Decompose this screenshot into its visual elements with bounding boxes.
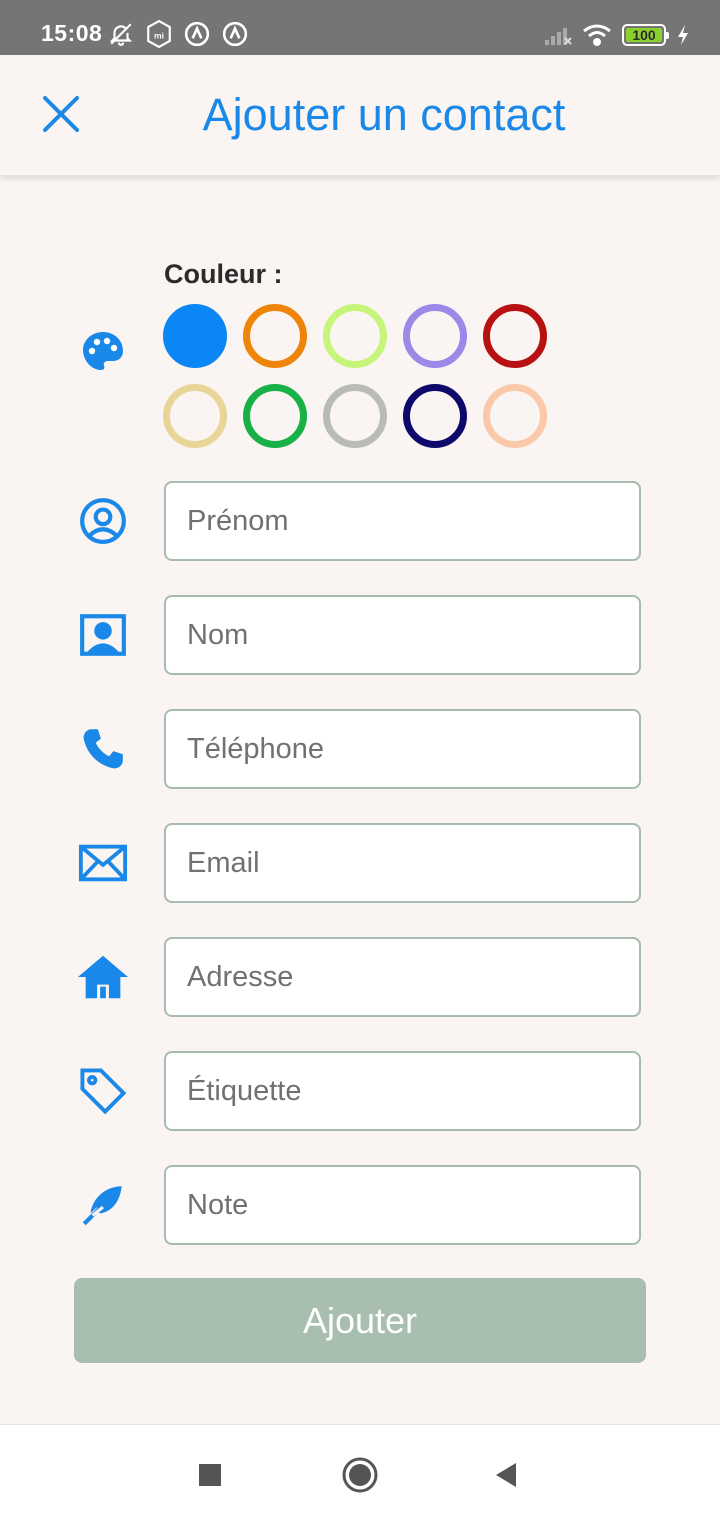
field-2[interactable] [164, 709, 641, 789]
home-icon [342, 1457, 378, 1493]
app-header: Ajouter un contact [0, 55, 720, 176]
color-swatch[interactable] [323, 304, 387, 368]
wifi-icon [583, 24, 611, 46]
back-icon [496, 1463, 516, 1487]
charging-icon [678, 25, 688, 45]
color-swatch[interactable] [403, 304, 467, 368]
field-5[interactable] [164, 1051, 641, 1131]
color-swatch[interactable] [243, 304, 307, 368]
color-label: Couleur : [164, 259, 283, 289]
status-bar: 15:08 mi 100 [0, 0, 720, 55]
palette-icon [78, 328, 128, 376]
person-circle-icon [76, 494, 130, 548]
add-contact-button[interactable]: Ajouter [74, 1278, 646, 1363]
phone-icon [76, 722, 130, 776]
battery-icon: 100 [622, 24, 669, 46]
color-swatch[interactable] [403, 384, 467, 448]
status-time: 15:08 [41, 20, 103, 46]
app-icon [184, 21, 210, 47]
recents-button[interactable] [188, 1453, 232, 1497]
contact-card-icon [76, 608, 130, 662]
color-swatch[interactable] [163, 384, 227, 448]
field-3[interactable] [164, 823, 641, 903]
envelope-icon [76, 836, 130, 890]
recents-icon [199, 1464, 221, 1486]
navigation-bar [0, 1424, 720, 1520]
app-icon [222, 21, 248, 47]
color-swatch[interactable] [483, 304, 547, 368]
field-4[interactable] [164, 937, 641, 1017]
home-button[interactable] [338, 1453, 382, 1497]
mi-icon: mi [147, 20, 171, 48]
back-button[interactable] [484, 1453, 528, 1497]
home-icon [76, 950, 130, 1004]
bell-off-icon [109, 23, 133, 46]
field-6[interactable] [164, 1165, 641, 1245]
page-title: Ajouter un contact [202, 89, 566, 140]
color-swatch[interactable] [323, 384, 387, 448]
notification-icons: mi [108, 19, 248, 49]
battery-level: 100 [632, 27, 656, 43]
feather-icon [76, 1178, 130, 1232]
color-swatch[interactable] [483, 384, 547, 448]
svg-text:mi: mi [154, 30, 164, 40]
color-swatch[interactable] [163, 304, 227, 368]
tag-icon [76, 1064, 130, 1118]
field-1[interactable] [164, 595, 641, 675]
field-0[interactable] [164, 481, 641, 561]
system-icons: 100 [544, 21, 690, 49]
color-swatch[interactable] [243, 384, 307, 448]
signal-icon [545, 28, 572, 45]
